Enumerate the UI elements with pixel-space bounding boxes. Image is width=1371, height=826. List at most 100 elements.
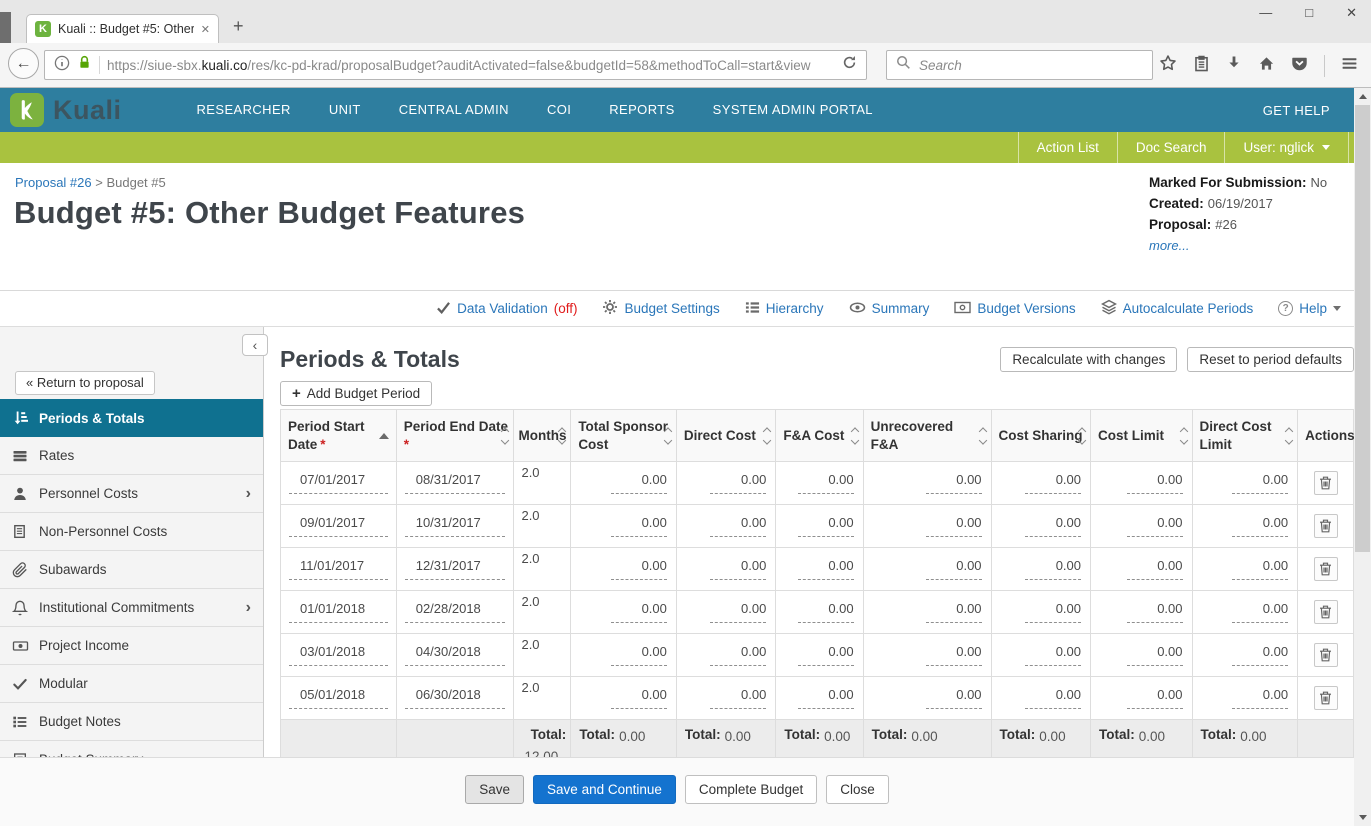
sidebar-item-project-income[interactable]: Project Income: [0, 627, 263, 665]
browser-tab[interactable]: K Kuali :: Budget #5: Other Bud ✕: [26, 14, 219, 43]
help-menu[interactable]: ? Help: [1278, 301, 1341, 316]
period-start-field[interactable]: 01/01/2018: [289, 601, 388, 623]
reload-icon[interactable]: [842, 55, 857, 75]
col-direct-cost-limit[interactable]: Direct Cost Limit: [1192, 410, 1298, 462]
unrecovered-fa-field[interactable]: 0.00: [926, 644, 982, 666]
url-text[interactable]: https://siue-sbx.kuali.co/res/kc-pd-krad…: [107, 58, 835, 73]
delete-period-button[interactable]: [1314, 600, 1338, 624]
direct-cost-field[interactable]: 0.00: [710, 687, 766, 709]
kuali-logo-icon[interactable]: [10, 93, 44, 127]
sidebar-item-budget-notes[interactable]: Budget Notes: [0, 703, 263, 741]
period-end-field[interactable]: 10/31/2017: [405, 515, 506, 537]
period-start-field[interactable]: 09/01/2017: [289, 515, 388, 537]
delete-period-button[interactable]: [1314, 471, 1338, 495]
col-fa-cost[interactable]: F&A Cost: [776, 410, 863, 462]
menu-icon[interactable]: [1341, 55, 1358, 77]
col-period-start[interactable]: Period Start Date*: [281, 410, 397, 462]
total-sponsor-cost-field[interactable]: 0.00: [611, 515, 667, 537]
delete-period-button[interactable]: [1314, 643, 1338, 667]
nav-coi[interactable]: COI: [528, 88, 590, 132]
col-period-end[interactable]: Period End Date*: [396, 410, 514, 462]
sidebar-item-modular[interactable]: Modular: [0, 665, 263, 703]
col-direct-cost[interactable]: Direct Cost: [676, 410, 775, 462]
add-budget-period-button[interactable]: + Add Budget Period: [280, 381, 432, 406]
cost-sharing-field[interactable]: 0.00: [1025, 687, 1081, 709]
budget-settings-link[interactable]: Budget Settings: [602, 299, 719, 318]
budget-versions-link[interactable]: Budget Versions: [954, 301, 1075, 317]
col-cost-sharing[interactable]: Cost Sharing: [991, 410, 1090, 462]
nav-central-admin[interactable]: CENTRAL ADMIN: [380, 88, 528, 132]
sidebar-item-periods-totals[interactable]: Periods & Totals: [0, 399, 263, 437]
direct-cost-field[interactable]: 0.00: [710, 601, 766, 623]
direct-cost-limit-field[interactable]: 0.00: [1232, 644, 1288, 666]
sort-icon[interactable]: [764, 428, 770, 443]
action-list-link[interactable]: Action List: [1018, 132, 1117, 163]
sidebar-item-subawards[interactable]: Subawards: [0, 551, 263, 589]
col-months[interactable]: Months: [514, 410, 571, 462]
url-bar[interactable]: https://siue-sbx.kuali.co/res/kc-pd-krad…: [44, 50, 867, 80]
sidebar-item-rates[interactable]: Rates: [0, 437, 263, 475]
fa-cost-field[interactable]: 0.00: [798, 601, 854, 623]
nav-researcher[interactable]: RESEARCHER: [178, 88, 310, 132]
save-button[interactable]: Save: [465, 775, 524, 804]
summary-link[interactable]: Summary: [849, 301, 930, 317]
unrecovered-fa-field[interactable]: 0.00: [926, 558, 982, 580]
recalculate-button[interactable]: Recalculate with changes: [1000, 347, 1177, 372]
period-start-field[interactable]: 11/01/2017: [289, 558, 388, 580]
nav-system-admin-portal[interactable]: SYSTEM ADMIN PORTAL: [694, 88, 892, 132]
download-icon[interactable]: [1226, 55, 1242, 76]
nav-reports[interactable]: REPORTS: [590, 88, 693, 132]
total-sponsor-cost-field[interactable]: 0.00: [611, 472, 667, 494]
cost-sharing-field[interactable]: 0.00: [1025, 472, 1081, 494]
unrecovered-fa-field[interactable]: 0.00: [926, 515, 982, 537]
col-cost-limit[interactable]: Cost Limit: [1091, 410, 1193, 462]
close-button[interactable]: ✕: [1346, 5, 1357, 21]
direct-cost-limit-field[interactable]: 0.00: [1232, 687, 1288, 709]
period-start-field[interactable]: 07/01/2017: [289, 472, 388, 494]
bookmark-star-icon[interactable]: [1159, 54, 1177, 77]
cost-limit-field[interactable]: 0.00: [1127, 515, 1183, 537]
save-and-continue-button[interactable]: Save and Continue: [533, 775, 676, 804]
minimize-button[interactable]: —: [1259, 5, 1272, 21]
sort-icon[interactable]: [1181, 428, 1187, 443]
delete-period-button[interactable]: [1314, 514, 1338, 538]
close-budget-button[interactable]: Close: [826, 775, 889, 804]
sidebar-collapse-button[interactable]: ‹: [242, 334, 268, 356]
data-validation-link[interactable]: Data Validation (off): [436, 301, 577, 317]
get-help-link[interactable]: GET HELP: [1263, 103, 1330, 118]
sidebar-item-personnel-costs[interactable]: Personnel Costs ›: [0, 475, 263, 513]
tab-close-icon[interactable]: ✕: [201, 23, 210, 36]
nav-unit[interactable]: UNIT: [310, 88, 380, 132]
complete-budget-button[interactable]: Complete Budget: [685, 775, 817, 804]
sort-icon[interactable]: [502, 428, 508, 443]
cost-limit-field[interactable]: 0.00: [1127, 558, 1183, 580]
cost-sharing-field[interactable]: 0.00: [1025, 515, 1081, 537]
cost-limit-field[interactable]: 0.00: [1127, 687, 1183, 709]
new-tab-button[interactable]: +: [233, 17, 244, 35]
return-to-proposal-button[interactable]: « Return to proposal: [15, 371, 155, 395]
search-input[interactable]: Search: [886, 50, 1153, 80]
home-icon[interactable]: [1258, 55, 1275, 77]
scrollbar-thumb[interactable]: [1355, 105, 1370, 552]
hierarchy-link[interactable]: Hierarchy: [745, 300, 824, 318]
sort-asc-icon[interactable]: [379, 433, 389, 439]
cost-limit-field[interactable]: 0.00: [1127, 644, 1183, 666]
direct-cost-limit-field[interactable]: 0.00: [1232, 558, 1288, 580]
cost-sharing-field[interactable]: 0.00: [1025, 558, 1081, 580]
breadcrumb-proposal-link[interactable]: Proposal #26: [15, 175, 92, 190]
brand-name[interactable]: Kuali: [53, 95, 122, 126]
period-end-field[interactable]: 02/28/2018: [405, 601, 506, 623]
back-button[interactable]: ←: [8, 48, 39, 79]
period-start-field[interactable]: 03/01/2018: [289, 644, 388, 666]
sort-icon[interactable]: [559, 428, 565, 443]
cost-sharing-field[interactable]: 0.00: [1025, 644, 1081, 666]
sort-icon[interactable]: [665, 428, 671, 443]
sort-icon[interactable]: [1286, 428, 1292, 443]
unrecovered-fa-field[interactable]: 0.00: [926, 472, 982, 494]
sidebar-item-institutional-commitments[interactable]: Institutional Commitments ›: [0, 589, 263, 627]
cost-limit-field[interactable]: 0.00: [1127, 601, 1183, 623]
period-end-field[interactable]: 04/30/2018: [405, 644, 506, 666]
total-sponsor-cost-field[interactable]: 0.00: [611, 644, 667, 666]
total-sponsor-cost-field[interactable]: 0.00: [611, 687, 667, 709]
autocalculate-periods-link[interactable]: Autocalculate Periods: [1101, 299, 1254, 318]
